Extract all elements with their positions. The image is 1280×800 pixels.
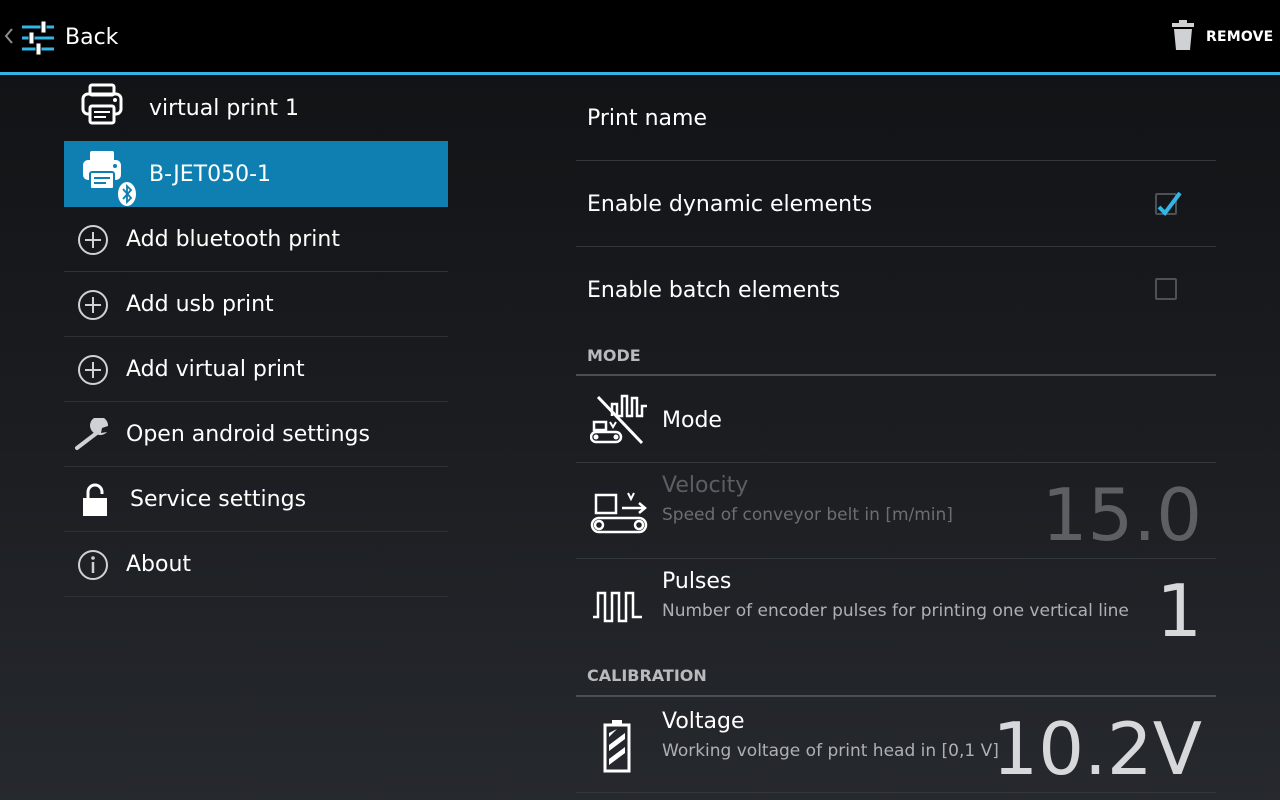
pref-velocity[interactable]: Velocity Speed of conveyor belt in [m/mi… [576,463,1216,559]
pref-title: Enable batch elements [587,278,841,303]
add-circle-icon [78,290,108,320]
mode-disabled-icon [590,394,647,445]
pref-voltage[interactable]: Voltage Working voltage of print head in… [576,697,1216,793]
back-button[interactable]: Back [0,0,140,72]
pref-title: Mode [662,408,722,433]
printer-item-b-jet050-1[interactable]: B-JET050-1 [64,141,448,207]
trash-icon [1172,20,1194,50]
category-calibration: CALIBRATION [576,655,1216,697]
menu-item-label: About [126,552,192,577]
pref-summary: Number of encoder pulses for printing on… [662,601,1129,621]
menu-item-label: Add virtual print [126,357,305,382]
printer-label: virtual print 1 [149,96,300,121]
menu-item-add-virtual-print[interactable]: Add virtual print [64,337,448,402]
pref-title: Enable dynamic elements [587,192,873,217]
add-circle-icon [78,225,108,255]
pref-summary: Working voltage of print head in [0,1 V] [662,741,999,761]
menu-item-add-usb-print[interactable]: Add usb print [64,272,448,337]
pref-summary: Speed of conveyor belt in [m/min] [662,505,953,525]
wrench-icon [75,418,109,450]
batch-elements-checkbox[interactable] [1155,278,1177,300]
category-mode: MODE [576,333,1216,376]
category-label: MODE [587,346,641,365]
pref-enable-dynamic-elements[interactable]: Enable dynamic elements [576,161,1216,247]
pref-enable-batch-elements[interactable]: Enable batch elements [576,247,1216,333]
pref-print-name[interactable]: Print name [576,75,1216,161]
pref-title: Voltage [662,709,745,734]
action-bar: Back REMOVE [0,0,1280,72]
up-caret-icon [4,28,13,44]
category-label: CALIBRATION [587,666,707,685]
bluetooth-printer-icon [83,151,136,206]
remove-button[interactable]: REMOVE [1166,14,1276,60]
pulses-value: 1 [1156,569,1202,653]
menu-item-label: Service settings [130,487,307,512]
pulse-icon [593,591,642,623]
pref-pulses[interactable]: Pulses Number of encoder pulses for prin… [576,559,1216,655]
printer-icon [81,83,123,125]
menu-item-add-bluetooth-print[interactable]: Add bluetooth print [64,207,448,272]
menu-item-label: Add bluetooth print [126,227,340,252]
velocity-value: 15.0 [1041,473,1202,557]
voltage-value: 10.2V [992,707,1202,791]
checkmark-icon [1157,191,1182,217]
menu-item-label: Open android settings [126,422,370,447]
pref-title: Pulses [662,569,732,594]
add-circle-icon [78,355,108,385]
conveyor-icon [590,492,648,534]
menu-item-about[interactable]: About [64,532,448,597]
menu-item-service-settings[interactable]: Service settings [64,467,448,532]
pref-title: Print name [587,106,707,131]
lock-icon [83,483,107,516]
printer-item-virtual-print-1[interactable]: virtual print 1 [64,75,448,141]
menu-item-label: Add usb print [126,292,274,317]
info-icon [78,550,108,580]
remove-label: REMOVE [1206,29,1274,45]
settings-pane: Print name Enable dynamic elements Enabl… [576,75,1216,793]
dynamic-elements-checkbox[interactable] [1155,191,1182,217]
menu-item-open-android-settings[interactable]: Open android settings [64,402,448,467]
back-label: Back [65,25,119,50]
printer-label: B-JET050-1 [149,162,272,187]
printer-list: virtual print 1 B-JET050-1 Add bluetooth… [64,75,448,597]
sliders-app-icon [22,20,54,56]
battery-icon [603,720,631,773]
pref-mode[interactable]: Mode [576,376,1216,463]
pref-title: Velocity [662,473,749,498]
